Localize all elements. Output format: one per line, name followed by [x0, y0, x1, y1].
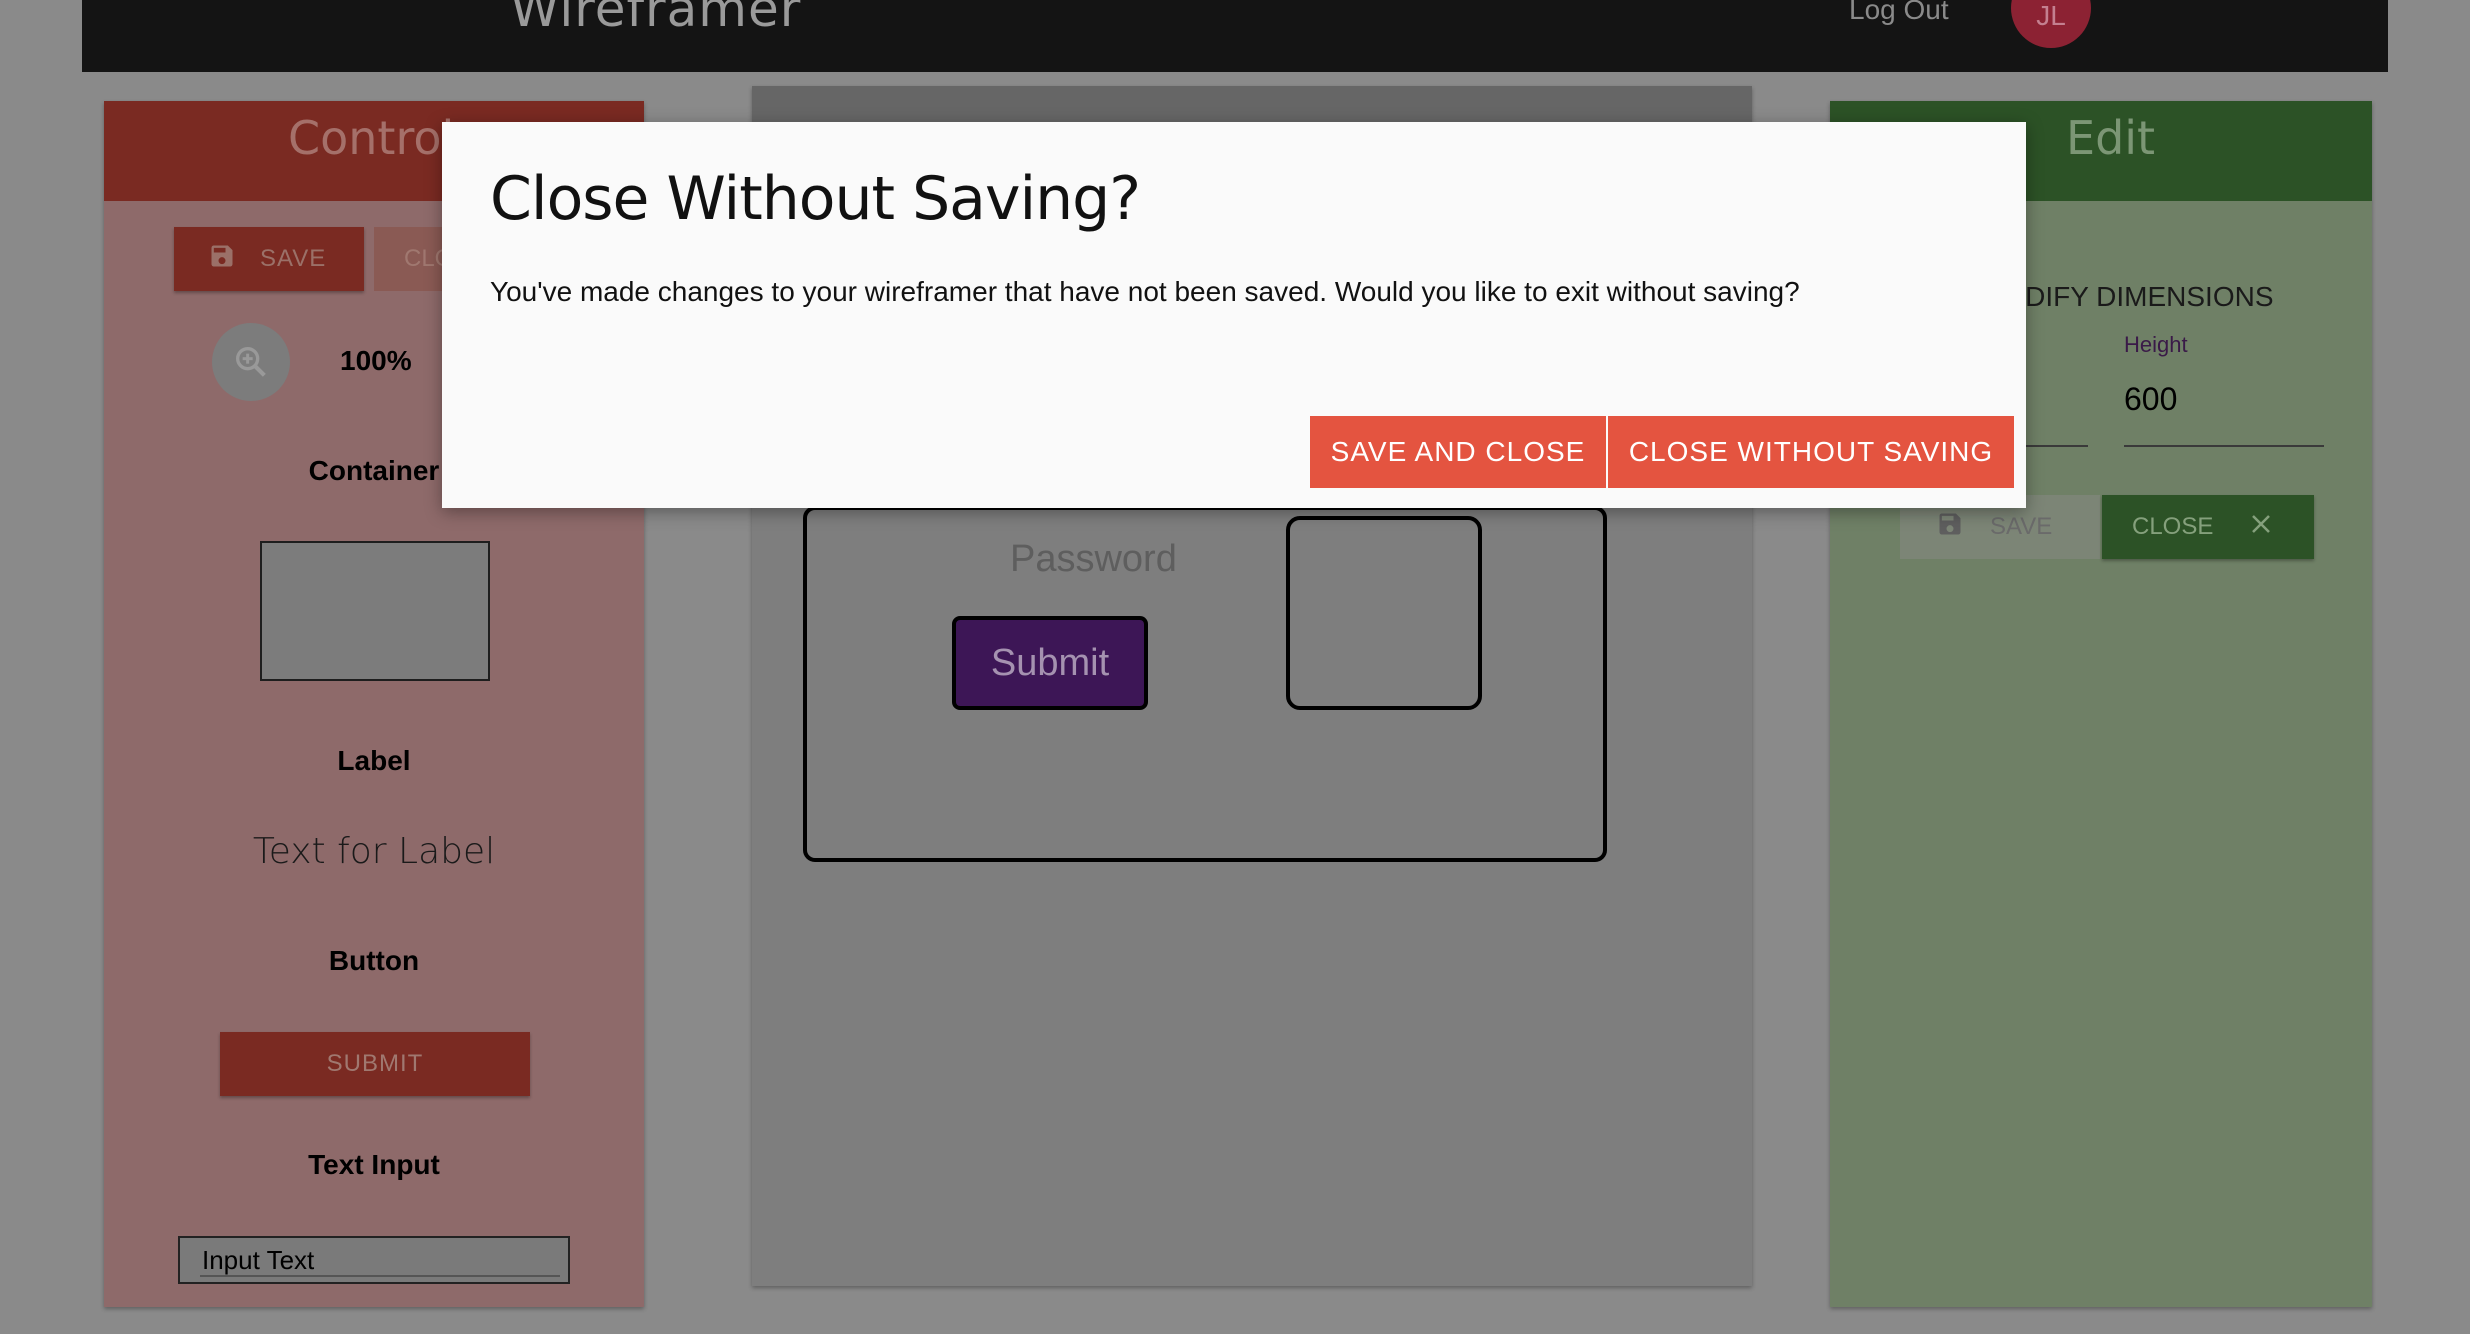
- close-icon: [2249, 512, 2273, 543]
- wireframe-submit-button[interactable]: Submit: [952, 616, 1148, 710]
- save-button[interactable]: SAVE: [174, 227, 364, 291]
- logout-link[interactable]: Log Out: [1849, 0, 1949, 26]
- dialog-title: Close Without Saving?: [490, 164, 1141, 234]
- avatar[interactable]: JL: [2011, 0, 2091, 48]
- text-input-heading: Text Input: [308, 1149, 440, 1180]
- save-icon: [208, 242, 236, 277]
- close-confirmation-dialog: Close Without Saving? You've made change…: [442, 122, 2026, 508]
- edit-close-label: CLOSE: [2132, 513, 2214, 540]
- zoom-in-button[interactable]: [212, 323, 290, 401]
- save-button-label: SAVE: [260, 245, 327, 272]
- label-heading: Label: [337, 745, 411, 776]
- zoom-level: 100%: [340, 345, 412, 376]
- container-control[interactable]: [260, 541, 490, 681]
- app-brand[interactable]: Wireframer: [510, 0, 801, 38]
- save-and-close-button[interactable]: SAVE AND CLOSE: [1310, 416, 1606, 488]
- canvas-topbar: [752, 86, 1752, 126]
- wireframe-container[interactable]: [803, 506, 1607, 862]
- top-navbar: Wireframer Log Out JL: [82, 0, 2388, 72]
- edit-panel-title: Edit: [2066, 111, 2156, 165]
- height-field-underline: [2124, 445, 2324, 447]
- height-field-label: Height: [2124, 332, 2188, 357]
- text-input-underline: [200, 1275, 560, 1277]
- label-control[interactable]: Text for Label: [104, 831, 644, 872]
- close-without-saving-button[interactable]: CLOSE WITHOUT SAVING: [1608, 416, 2014, 488]
- button-heading: Button: [328, 945, 420, 976]
- edit-close-button[interactable]: CLOSE: [2102, 495, 2314, 559]
- dialog-message: You've made changes to your wireframer t…: [490, 276, 1800, 307]
- wireframe-password-label[interactable]: Password: [1010, 538, 1177, 581]
- wireframe-box[interactable]: [1286, 516, 1482, 710]
- height-field[interactable]: 600: [2124, 381, 2177, 418]
- zoom-in-icon: [236, 347, 266, 377]
- button-control[interactable]: SUBMIT: [220, 1032, 530, 1096]
- edit-save-label: SAVE: [1990, 513, 2053, 540]
- save-icon: [1936, 510, 1964, 545]
